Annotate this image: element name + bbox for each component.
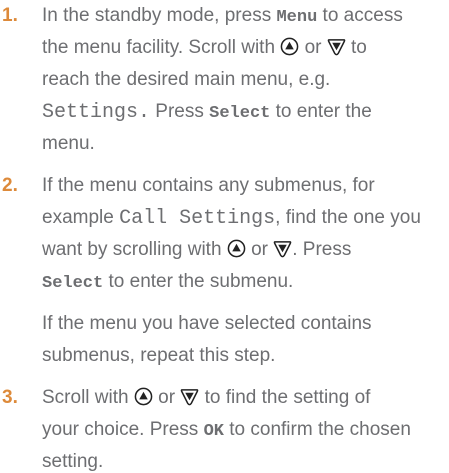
scroll-down-key-icon [327, 39, 346, 56]
step-line: the menu facility. Scroll with or to [42, 37, 367, 58]
menu-name: Settings. [42, 101, 151, 124]
step-line: Settings. Press Select to enter the [42, 101, 372, 124]
scroll-down-key-icon [273, 241, 292, 258]
step-line: your choice. Press OK to confirm the cho… [42, 419, 411, 441]
scroll-down-key-icon [180, 389, 199, 406]
step-number: 3. [2, 387, 18, 408]
step-line: example Call Settings, find the one you [42, 207, 421, 230]
menu-key-label: Menu [276, 8, 318, 27]
step-line: In the standby mode, press Menu to acces… [42, 5, 403, 27]
scroll-up-key-icon [280, 37, 299, 56]
step-number: 1. [2, 5, 18, 26]
step-line: Select to enter the submenu. [42, 271, 294, 293]
scroll-up-key-icon [134, 387, 153, 406]
step-number: 2. [2, 175, 18, 196]
scroll-up-key-icon [227, 239, 246, 258]
step-line: menu. [42, 133, 95, 154]
step-line: If the menu you have selected contains [42, 313, 372, 334]
select-key-label: Select [209, 104, 271, 123]
step-line: submenus, repeat this step. [42, 345, 276, 366]
select-key-label: Select [42, 274, 104, 293]
step-line: setting. [42, 451, 104, 472]
step-line: Scroll with or to find the setting of [42, 387, 371, 408]
step-line: If the menu contains any submenus, for [42, 175, 375, 196]
step-line: want by scrolling with or . Press [42, 239, 352, 260]
step-line: reach the desired main menu, e.g. [42, 69, 331, 90]
submenu-name: Call Settings [119, 207, 276, 230]
ok-key-label: OK [203, 422, 224, 441]
